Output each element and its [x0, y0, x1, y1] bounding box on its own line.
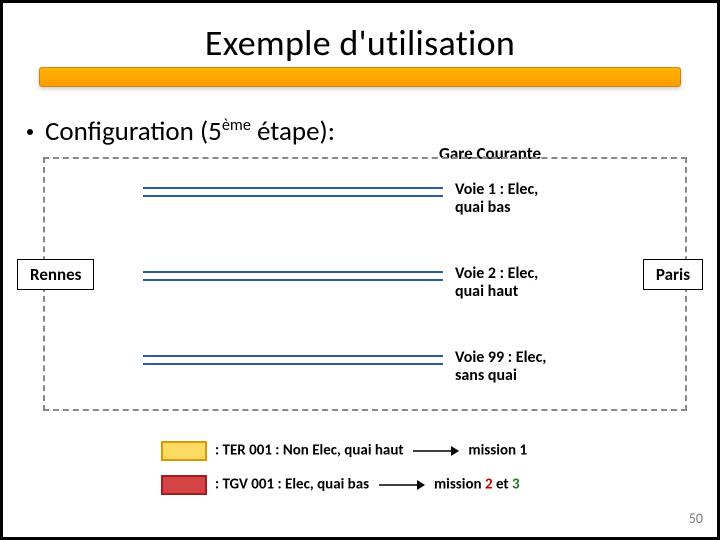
track-line-icon — [143, 355, 443, 365]
legend-1-text: : TER 001 : Non Elec, quai haut — [215, 442, 404, 460]
legend-2-mission-3: 3 — [512, 476, 520, 494]
arrow-right-icon — [379, 479, 425, 491]
bullet-superscript: ème — [222, 116, 251, 135]
city-right-label: Paris — [656, 264, 690, 285]
swatch-tgv-icon — [161, 475, 207, 495]
title-underline-bar — [39, 67, 681, 87]
legend-1-mission: mission 1 — [468, 442, 527, 460]
slide-frame: Exemple d'utilisation Configuration (5èm… — [0, 0, 720, 540]
arrow-right-icon — [413, 445, 459, 457]
legend-2-mission-2: 2 — [485, 476, 493, 494]
legend-row-1: : TER 001 : Non Elec, quai haut mission … — [161, 441, 527, 461]
bullet-text-prefix: Configuration (5 — [45, 115, 222, 148]
track-99 — [143, 355, 443, 365]
legend-row-2: : TGV 001 : Elec, quai bas mission 2 et … — [161, 475, 520, 495]
swatch-ter-icon — [161, 441, 207, 461]
city-left-box: Rennes — [17, 259, 94, 290]
track-1-label: Voie 1 : Elec,quai bas — [455, 181, 538, 218]
track-99-label: Voie 99 : Elec,sans quai — [455, 349, 546, 386]
track-line-icon — [143, 187, 443, 197]
legend-2-mission-prefix: mission — [434, 476, 485, 494]
city-left-label: Rennes — [30, 264, 81, 285]
bullet-config: Configuration (5ème étape): — [27, 115, 335, 148]
legend-2-mission-mid: et — [493, 476, 512, 494]
track-2 — [143, 271, 443, 281]
bullet-dot-icon — [27, 129, 33, 135]
slide-title: Exemple d'utilisation — [39, 21, 681, 65]
title-block: Exemple d'utilisation — [39, 21, 681, 87]
track-line-icon — [143, 271, 443, 281]
bullet-text-suffix: étape): — [251, 115, 335, 148]
legend-2-text: : TGV 001 : Elec, quai bas — [215, 476, 369, 494]
track-2-label: Voie 2 : Elec,quai haut — [455, 265, 538, 302]
track-1 — [143, 187, 443, 197]
city-right-box: Paris — [643, 259, 703, 290]
page-number: 50 — [689, 510, 703, 527]
